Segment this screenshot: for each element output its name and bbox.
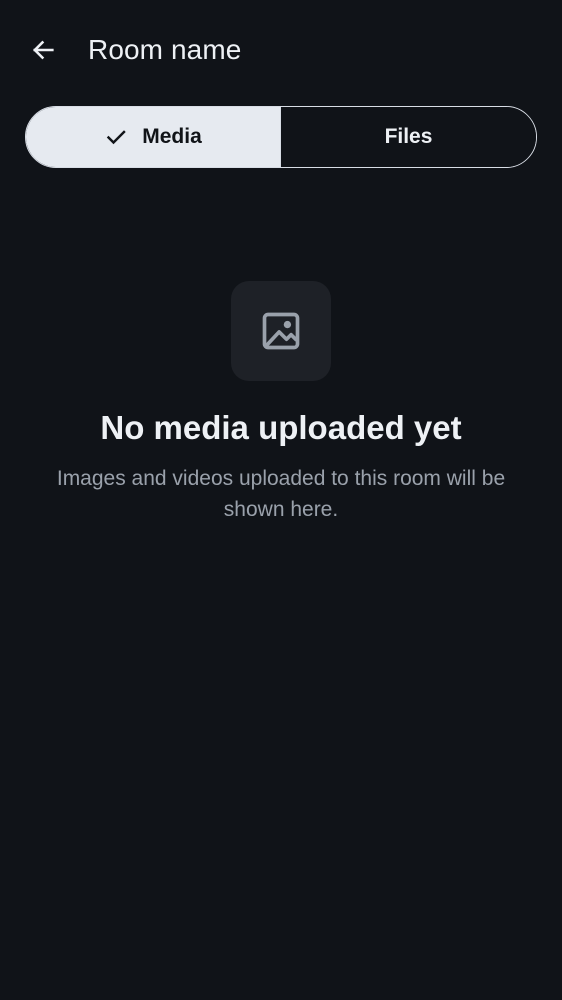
tab-media-label: Media: [142, 125, 202, 148]
image-icon: [259, 309, 303, 353]
tab-media[interactable]: Media: [26, 107, 281, 167]
empty-state: No media uploaded yet Images and videos …: [0, 281, 562, 525]
empty-state-title: No media uploaded yet: [100, 409, 462, 446]
arrow-left-icon: [29, 36, 57, 64]
back-button[interactable]: [22, 29, 64, 71]
tab-files-label: Files: [384, 125, 433, 148]
empty-state-icon-tile: [231, 281, 331, 381]
page-title: Room name: [88, 34, 242, 65]
top-app-bar: Room name: [0, 0, 562, 100]
media-files-tabs: Media Files: [25, 106, 537, 168]
empty-state-description: Images and videos uploaded to this room …: [56, 467, 506, 521]
tab-files[interactable]: Files: [281, 107, 536, 167]
check-icon: [104, 125, 128, 149]
